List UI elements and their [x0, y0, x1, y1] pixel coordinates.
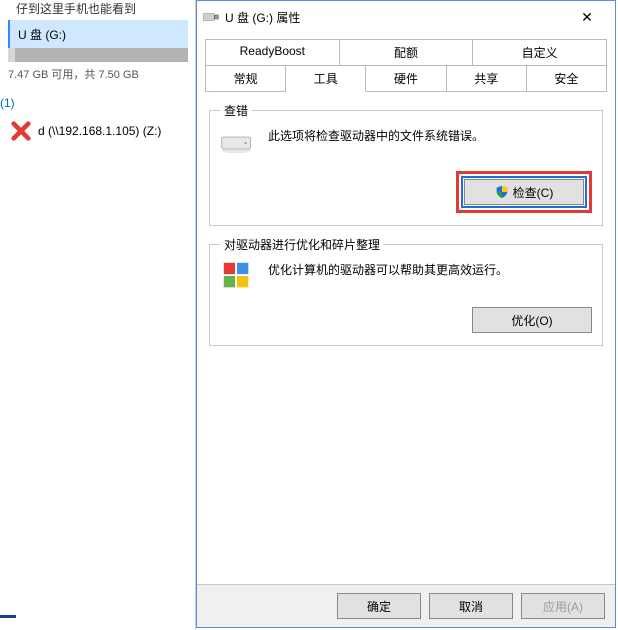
- cancel-button[interactable]: 取消: [429, 593, 513, 619]
- apply-button[interactable]: 应用(A): [521, 593, 605, 619]
- dialog-titlebar: U 盘 (G:) 属性 ✕: [197, 1, 615, 33]
- disconnected-icon: [10, 120, 32, 142]
- group-check-legend: 查错: [220, 102, 252, 119]
- group-optimize-desc: 优化计算机的驱动器可以帮助其更高效运行。: [268, 261, 508, 279]
- tab-quota[interactable]: 配额: [340, 39, 474, 65]
- drive-icon: [220, 129, 254, 157]
- drive-usage-fill: [8, 48, 15, 62]
- group-optimize-legend: 对驱动器进行优化和碎片整理: [220, 236, 384, 253]
- check-button-label: 检查(C): [513, 184, 554, 201]
- selected-drive-item[interactable]: U 盘 (G:): [8, 20, 188, 49]
- drive-usage-text: 7.47 GB 可用，共 7.50 GB: [8, 66, 139, 82]
- properties-dialog: U 盘 (G:) 属性 ✕ ReadyBoost 配额 自定义 常规 工具 硬件…: [196, 0, 616, 628]
- defrag-icon: [220, 259, 254, 293]
- network-drive-item[interactable]: d (\\192.168.1.105) (Z:): [10, 120, 161, 142]
- dialog-footer: 确定 取消 应用(A): [197, 584, 615, 627]
- tab-readyboost[interactable]: ReadyBoost: [205, 39, 340, 65]
- tabs-row-1: ReadyBoost 配额 自定义: [205, 39, 607, 66]
- bottom-accent: [0, 615, 16, 618]
- uac-shield-icon: [495, 185, 509, 199]
- close-button[interactable]: ✕: [565, 2, 609, 32]
- tabs-row-2: 常规 工具 硬件 共享 安全: [205, 65, 607, 92]
- tab-sharing[interactable]: 共享: [447, 65, 527, 91]
- group-count-label: (1): [0, 96, 15, 110]
- ok-button[interactable]: 确定: [337, 593, 421, 619]
- optimize-button[interactable]: 优化(O): [472, 307, 592, 333]
- annotation-highlight-inner: 检查(C): [461, 176, 587, 208]
- annotation-highlight: 检查(C): [456, 171, 592, 213]
- drive-name-label: U 盘 (G:): [18, 28, 66, 42]
- drive-usage-bar: [8, 48, 188, 62]
- close-icon: ✕: [581, 10, 593, 24]
- check-button[interactable]: 检查(C): [464, 179, 584, 205]
- group-check-desc: 此选项将检查驱动器中的文件系统错误。: [268, 127, 484, 145]
- optimize-button-label: 优化(O): [511, 312, 552, 329]
- explorer-panel: 仔到这里手机也能看到 U 盘 (G:) 7.47 GB 可用，共 7.50 GB…: [0, 0, 196, 630]
- dialog-title: U 盘 (G:) 属性: [225, 9, 565, 26]
- tab-tools[interactable]: 工具: [286, 65, 366, 92]
- tab-hardware[interactable]: 硬件: [366, 65, 446, 91]
- tab-general[interactable]: 常规: [205, 65, 286, 91]
- tab-security[interactable]: 安全: [527, 65, 607, 91]
- group-check-errors: 查错 此选项将检查驱动器中的文件系统错误。: [209, 110, 603, 226]
- tab-strip: ReadyBoost 配额 自定义 常规 工具 硬件 共享 安全: [197, 33, 615, 92]
- group-optimize: 对驱动器进行优化和碎片整理 优化计算机的驱动器可以帮助其更高效运行。 优化(O): [209, 244, 603, 346]
- usb-drive-icon: [203, 12, 219, 22]
- tab-custom[interactable]: 自定义: [473, 39, 607, 65]
- panel-header-fragment: 仔到这里手机也能看到: [16, 0, 136, 17]
- network-drive-label: d (\\192.168.1.105) (Z:): [38, 124, 161, 138]
- tab-body-tools: 查错 此选项将检查驱动器中的文件系统错误。: [197, 92, 615, 584]
